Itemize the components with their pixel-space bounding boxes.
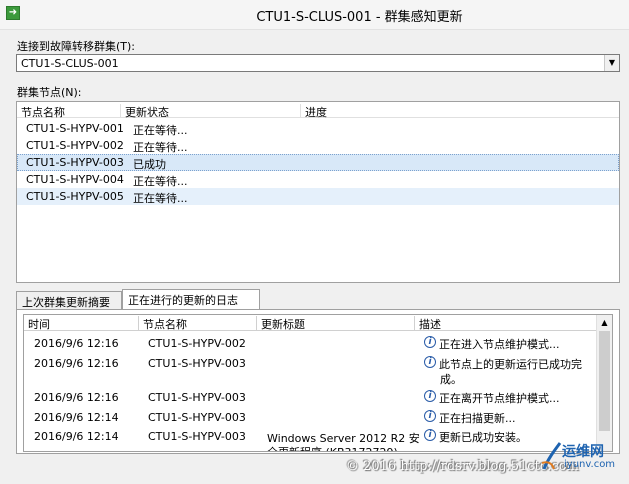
node-row[interactable]: CTU1-S-HYPV-002 正在等待...	[17, 137, 619, 154]
column-header-node-name[interactable]: 节点名称	[17, 104, 121, 119]
chevron-down-icon[interactable]: ▼	[604, 55, 619, 71]
log-desc: i 正在离开节点维护模式...	[424, 390, 560, 406]
log-node: CTU1-S-HYPV-003	[148, 357, 246, 370]
connect-label: 连接到故障转移群集(T):	[17, 40, 136, 53]
cluster-combo-value: CTU1-S-CLUS-001	[21, 57, 119, 70]
tab-last-update-summary[interactable]: 上次群集更新摘要(L)	[16, 291, 122, 323]
nodes-label: 群集节点(N):	[17, 86, 82, 99]
node-row[interactable]: CTU1-S-HYPV-001 正在等待...	[17, 120, 619, 137]
log-table-header: 时间 节点名称 更新标题 描述	[24, 315, 612, 331]
info-icon: i	[424, 336, 436, 348]
info-icon: i	[424, 410, 436, 422]
cluster-combo[interactable]: CTU1-S-CLUS-001 ▼	[16, 54, 620, 72]
log-desc: i 正在扫描更新...	[424, 410, 516, 426]
logo-mark-icon	[541, 442, 562, 470]
nodes-list-header: 节点名称 更新状态 进度	[17, 102, 619, 119]
log-node: CTU1-S-HYPV-002	[148, 337, 246, 350]
log-panel: 时间 节点名称 更新标题 描述 2016/9/6 12:16 CTU1-S-HY…	[16, 309, 620, 454]
logo-name: 运维网	[562, 444, 604, 460]
node-status: 正在等待...	[133, 141, 188, 154]
log-time: 2016/9/6 12:16	[34, 337, 119, 350]
log-node: CTU1-S-HYPV-003	[148, 391, 246, 404]
log-time: 2016/9/6 12:16	[34, 357, 119, 370]
logo-sub: iyunv.com	[564, 459, 616, 470]
title-bar: ➜ CTU1-S-CLUS-001 - 群集感知更新	[0, 0, 629, 30]
tab-update-log[interactable]: 正在进行的更新的日志(O)	[122, 289, 260, 321]
node-name: CTU1-S-HYPV-002	[26, 139, 124, 152]
site-logo: 运维网 iyunv.com	[540, 441, 620, 481]
scroll-thumb[interactable]	[599, 331, 610, 431]
log-node: CTU1-S-HYPV-003	[148, 430, 246, 443]
log-scrollbar[interactable]: ▲	[596, 315, 612, 451]
node-name: CTU1-S-HYPV-005	[26, 190, 124, 203]
column-header-progress[interactable]: 进度	[301, 104, 619, 119]
info-icon: i	[424, 429, 436, 441]
log-row[interactable]: 2016/9/6 12:14 CTU1-S-HYPV-003 i 正在扫描更新..…	[24, 409, 598, 428]
column-header-time[interactable]: 时间	[24, 316, 139, 331]
log-tabs: 上次群集更新摘要(L) 正在进行的更新的日志(O)	[16, 289, 620, 323]
log-table[interactable]: 时间 节点名称 更新标题 描述 2016/9/6 12:16 CTU1-S-HY…	[23, 314, 613, 452]
log-row[interactable]: 2016/9/6 12:16 CTU1-S-HYPV-002 i 正在进入节点维护…	[24, 335, 598, 354]
node-name: CTU1-S-HYPV-004	[26, 173, 124, 186]
column-header-update-title[interactable]: 更新标题	[257, 316, 415, 331]
window-title: CTU1-S-CLUS-001 - 群集感知更新	[256, 10, 463, 25]
log-row[interactable]: 2016/9/6 12:14 CTU1-S-HYPV-003 Windows S…	[24, 428, 598, 451]
info-icon: i	[424, 390, 436, 402]
log-desc: i 正在进入节点维护模式...	[424, 336, 560, 352]
log-desc-continued: 成。	[440, 373, 462, 386]
log-time: 2016/9/6 12:14	[34, 430, 119, 443]
log-time: 2016/9/6 12:14	[34, 411, 119, 424]
node-status: 正在等待...	[133, 124, 188, 137]
info-icon: i	[424, 356, 436, 368]
nodes-list[interactable]: 节点名称 更新状态 进度 CTU1-S-HYPV-001 正在等待... CTU…	[16, 101, 620, 283]
column-header-description[interactable]: 描述	[415, 316, 598, 331]
node-row[interactable]: CTU1-S-HYPV-004 正在等待...	[17, 171, 619, 188]
node-status: 正在等待...	[133, 192, 188, 205]
node-name: CTU1-S-HYPV-001	[26, 122, 124, 135]
log-node: CTU1-S-HYPV-003	[148, 411, 246, 424]
log-row[interactable]: 2016/9/6 12:16 CTU1-S-HYPV-003 i 此节点上的更新运…	[24, 355, 598, 389]
node-status: 已成功	[133, 158, 166, 171]
node-status: 正在等待...	[133, 175, 188, 188]
node-row[interactable]: CTU1-S-HYPV-003 已成功	[17, 154, 619, 171]
node-name: CTU1-S-HYPV-003	[26, 156, 124, 169]
column-header-node-name[interactable]: 节点名称	[139, 316, 257, 331]
node-row[interactable]: CTU1-S-HYPV-005 正在等待...	[17, 188, 619, 205]
log-row[interactable]: 2016/9/6 12:16 CTU1-S-HYPV-003 i 正在离开节点维护…	[24, 389, 598, 408]
log-desc: i 此节点上的更新运行已成功完	[424, 356, 582, 372]
column-header-update-status[interactable]: 更新状态	[121, 104, 301, 119]
log-time: 2016/9/6 12:16	[34, 391, 119, 404]
log-update-title-continued: 全更新程序 (KB3172729)	[267, 444, 398, 451]
log-desc: i 更新已成功安装。	[424, 429, 527, 445]
scroll-up-icon[interactable]: ▲	[597, 315, 612, 330]
